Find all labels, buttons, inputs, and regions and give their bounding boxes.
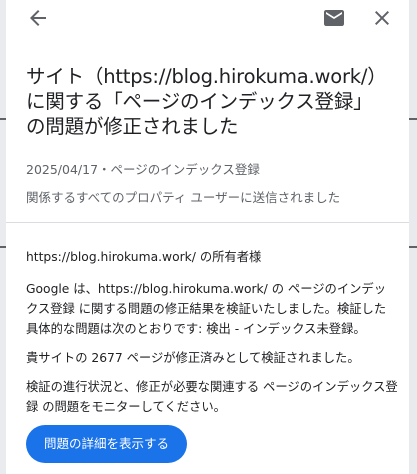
notification-date-category: 2025/04/17・ページのインデックス登録 <box>26 162 260 177</box>
view-issue-details-button[interactable]: 問題の詳細を表示する <box>26 425 187 463</box>
notification-recipients: 関係するすべてのプロパティ ユーザーに送信されました <box>26 190 341 205</box>
scrollbar-track[interactable] <box>409 0 417 474</box>
notification-title: サイト（https://blog.hirokuma.work/）に関する「ページ… <box>26 65 377 138</box>
body-paragraph: 貴サイトの 2677 ページが修正済みとして検証されました。 <box>26 351 360 365</box>
mail-icon[interactable] <box>322 6 346 30</box>
arrow-left-icon[interactable] <box>26 6 50 30</box>
close-icon[interactable] <box>370 6 394 30</box>
body-paragraph: Google は、https://blog.hirokuma.work/ の ペ… <box>26 282 387 336</box>
message-body: https://blog.hirokuma.work/ の所有者様 Google… <box>26 247 398 426</box>
greeting: https://blog.hirokuma.work/ の所有者様 <box>26 250 262 264</box>
divider <box>6 222 409 223</box>
notification-panel: サイト（https://blog.hirokuma.work/）に関する「ページ… <box>0 0 417 474</box>
body-paragraph: 検証の進行状況と、修正が必要な関連する ページのインデックス登録 の問題をモニタ… <box>26 380 398 414</box>
left-edge <box>0 0 6 474</box>
